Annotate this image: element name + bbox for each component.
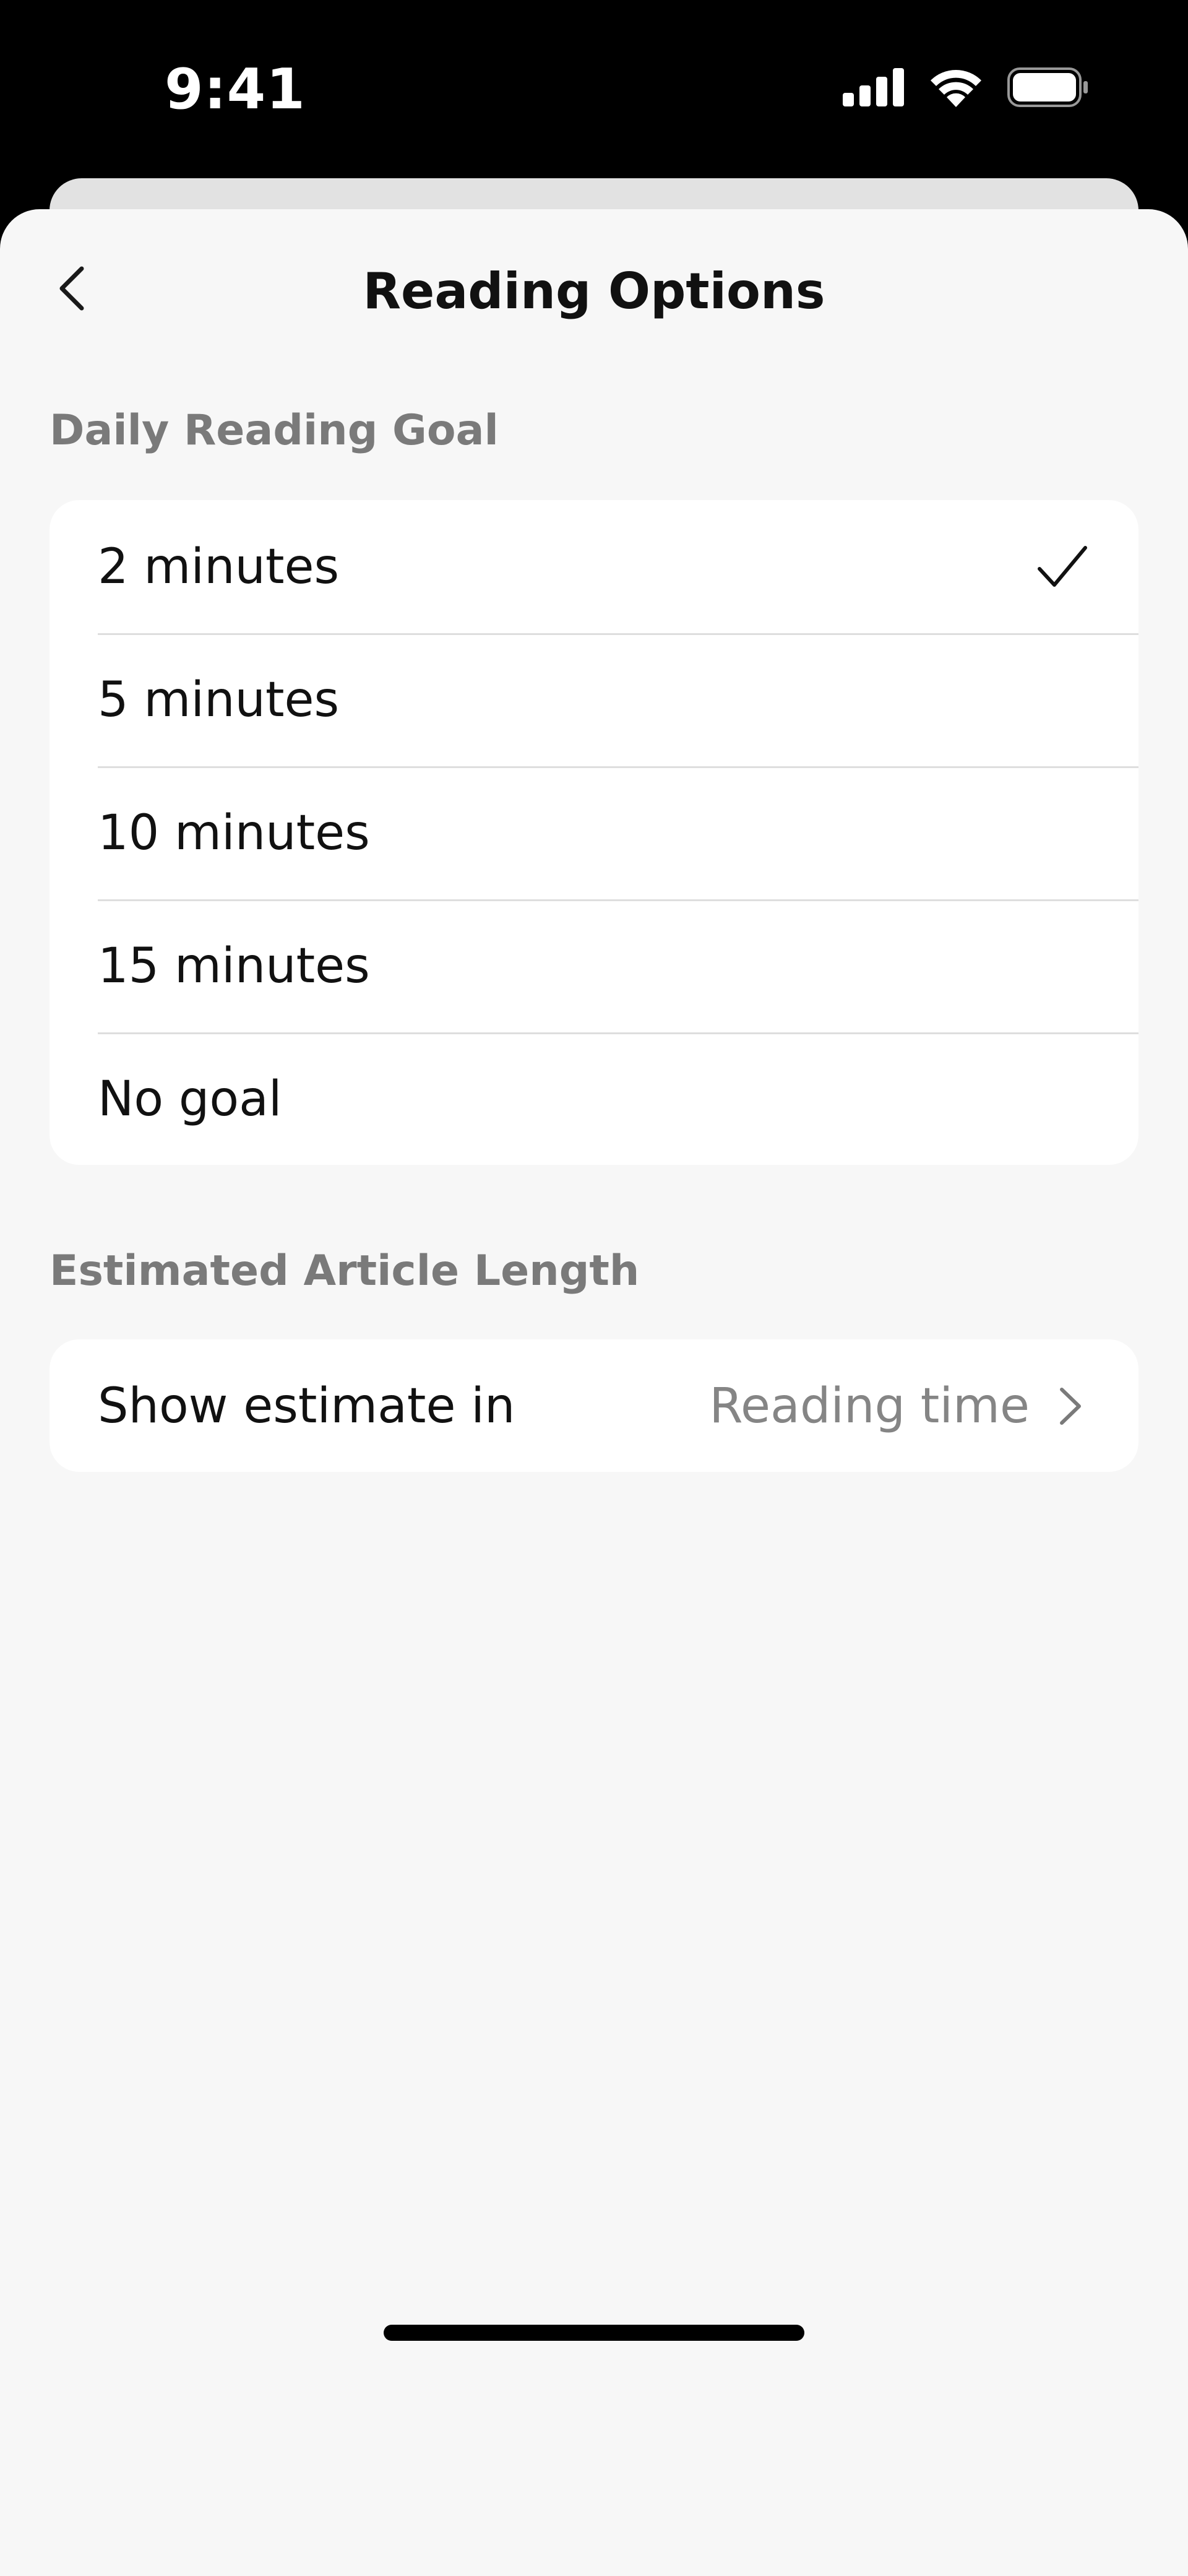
goal-option-15-minutes[interactable]: 15 minutes [50, 899, 1138, 1032]
nav-bar: Reading Options [0, 209, 1188, 376]
goal-option-label: 15 minutes [98, 938, 370, 994]
cellular-signal-icon [843, 68, 905, 109]
show-estimate-value: Reading time [709, 1378, 1030, 1434]
status-icons [843, 67, 1089, 110]
goal-option-5-minutes[interactable]: 5 minutes [50, 633, 1138, 766]
article-length-options: Show estimate in Reading time [50, 1339, 1138, 1472]
show-estimate-in-row[interactable]: Show estimate in Reading time [50, 1339, 1138, 1472]
show-estimate-label: Show estimate in [98, 1378, 515, 1434]
goal-option-2-minutes[interactable]: 2 minutes [50, 500, 1138, 633]
home-indicator[interactable] [384, 2325, 804, 2341]
battery-icon [1007, 67, 1089, 110]
wifi-icon [928, 67, 984, 110]
goal-option-label: 10 minutes [98, 805, 370, 861]
goal-option-label: No goal [98, 1071, 282, 1127]
status-bar: 9:41 [0, 0, 1188, 179]
estimated-article-length-header: Estimated Article Length [50, 1247, 640, 1295]
daily-reading-goal-header: Daily Reading Goal [50, 406, 499, 455]
reading-options-sheet: Reading Options Daily Reading Goal 2 min… [0, 209, 1188, 2576]
goal-option-label: 5 minutes [98, 672, 340, 728]
status-time: 9:41 [165, 57, 306, 122]
goal-option-label: 2 minutes [98, 538, 340, 595]
page-title: Reading Options [363, 262, 825, 320]
checkmark-icon [1036, 540, 1089, 594]
goal-option-no-goal[interactable]: No goal [50, 1032, 1138, 1165]
daily-goal-options: 2 minutes 5 minutes 10 minutes 15 minute… [50, 500, 1138, 1165]
goal-option-10-minutes[interactable]: 10 minutes [50, 766, 1138, 899]
chevron-right-icon [1052, 1381, 1089, 1431]
